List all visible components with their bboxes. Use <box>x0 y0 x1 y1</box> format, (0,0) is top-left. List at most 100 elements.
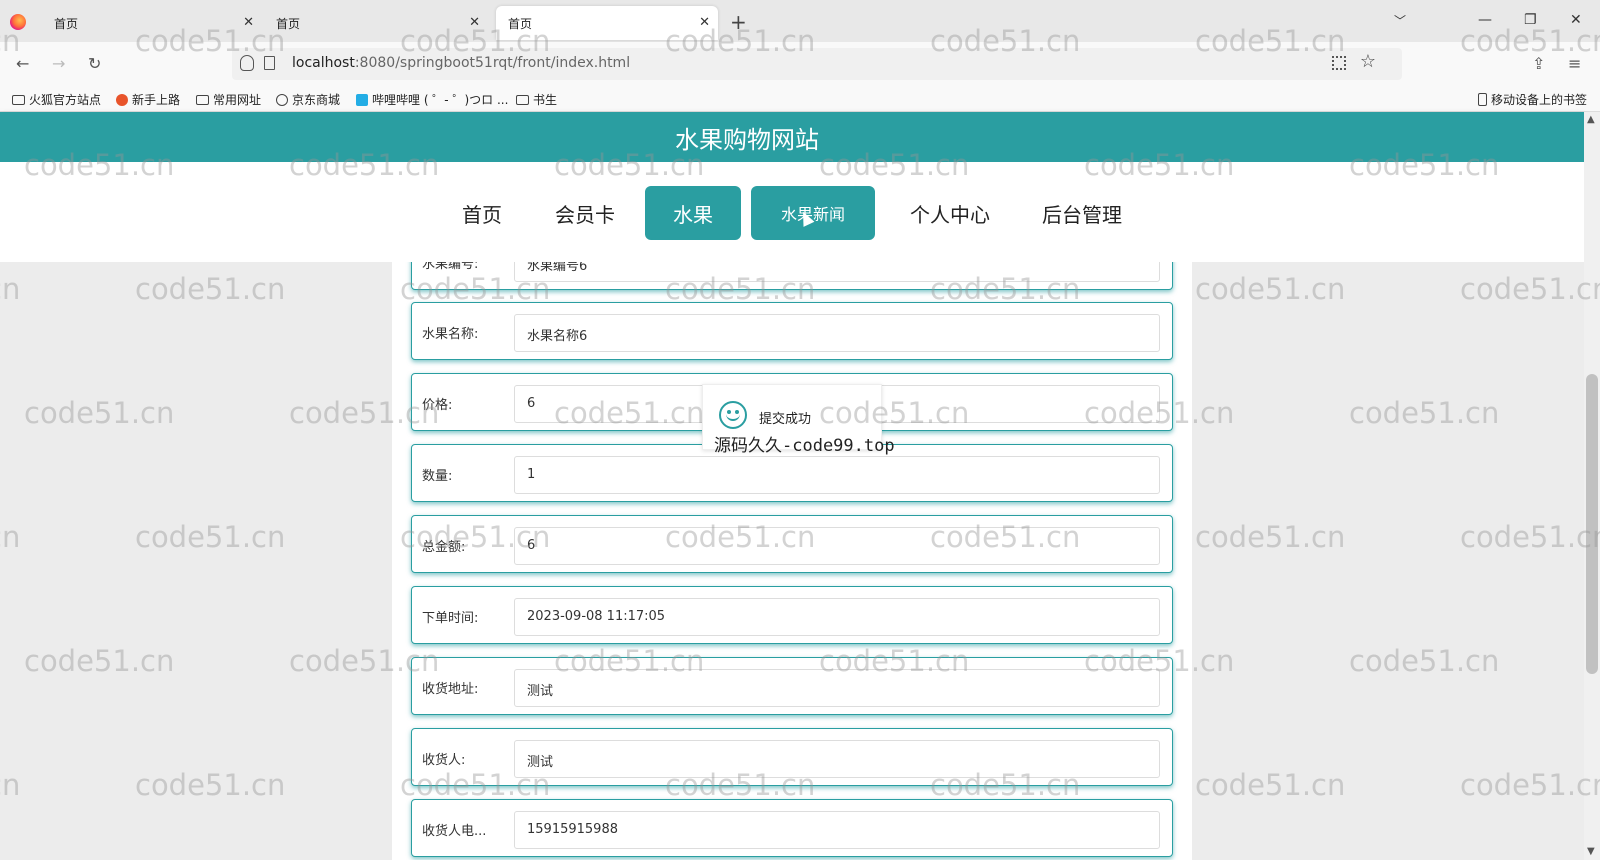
watermark-text: code51.cn <box>0 768 21 802</box>
firefox-icon <box>10 14 26 30</box>
overlay-watermark: 源码久久-code99.top <box>714 436 895 456</box>
fruit-id-input[interactable]: 水果编号6 <box>514 262 1160 282</box>
address-input[interactable]: 测试 <box>514 669 1160 707</box>
browser-tab-2[interactable]: 首页 ✕ <box>264 6 488 40</box>
order-time-input[interactable]: 2023-09-08 11:17:05 <box>514 598 1160 636</box>
menu-fruit[interactable]: 水果 <box>645 186 741 240</box>
form-row: 水果名称: 水果名称6 <box>411 302 1173 360</box>
forward-icon[interactable]: → <box>52 54 65 73</box>
field-label: 总金额: <box>422 540 466 555</box>
field-label: 水果编号: <box>422 262 479 272</box>
bookmark-item[interactable]: 常用网址 <box>196 91 261 108</box>
mobile-icon <box>1478 93 1487 106</box>
form-row: 收货地址: 测试 <box>411 657 1173 715</box>
menu-admin[interactable]: 后台管理 <box>1032 186 1132 240</box>
watermark-text: code51.cn <box>135 520 286 554</box>
fruit-name-input[interactable]: 水果名称6 <box>514 314 1160 352</box>
tab-title: 首页 <box>508 16 533 31</box>
bookmark-item[interactable]: 京东商城 <box>276 91 340 108</box>
field-label: 水果名称: <box>422 327 479 342</box>
field-label: 价格: <box>422 398 453 413</box>
form-row: 收货人电... 15915915988 <box>411 799 1173 857</box>
menu-personal-center[interactable]: 个人中心 <box>900 186 1000 240</box>
globe-icon <box>276 93 288 106</box>
bookmark-item[interactable]: 书生 <box>516 91 557 108</box>
watermark-text: code51.cn <box>1460 768 1600 802</box>
minimize-icon[interactable]: — <box>1478 12 1492 28</box>
shield-icon <box>240 55 254 71</box>
order-form: 水果编号: 水果编号6 水果名称: 水果名称6 价格: 6 数量: 1 总金额:… <box>392 262 1192 860</box>
url-bar[interactable]: localhost:8080/springboot51rqt/front/ind… <box>232 48 1402 80</box>
bookmark-item[interactable]: 新手上路 <box>116 91 180 108</box>
star-icon[interactable]: ☆ <box>1360 51 1376 72</box>
site-title: 水果购物网站 <box>675 125 819 154</box>
bookmark-item[interactable]: 火狐官方站点 <box>12 91 101 108</box>
field-label: 收货地址: <box>422 682 479 697</box>
menu-icon[interactable]: ≡ <box>1568 54 1581 73</box>
watermark-text: code51.cn <box>1460 272 1600 306</box>
tab-title: 首页 <box>54 16 79 31</box>
browser-tab-1[interactable]: 首页 ✕ <box>42 6 262 40</box>
watermark-text: code51.cn <box>1195 520 1346 554</box>
watermark-text: code51.cn <box>1460 520 1600 554</box>
restore-icon[interactable]: ❐ <box>1524 12 1537 28</box>
watermark-text: code51.cn <box>135 768 286 802</box>
scroll-down-icon[interactable]: ▼ <box>1587 846 1595 857</box>
watermark-text: code51.cn <box>0 520 21 554</box>
watermark-text: code51.cn <box>24 396 175 430</box>
browser-tab-3[interactable]: 首页 ✕ <box>496 6 718 40</box>
page-scrollbar[interactable]: ▲ ▼ <box>1584 112 1600 860</box>
close-icon[interactable]: ✕ <box>699 15 710 30</box>
menu-membership[interactable]: 会员卡 <box>546 186 624 240</box>
back-icon[interactable]: ← <box>16 54 29 73</box>
folder-icon <box>516 94 529 105</box>
tab-list-icon[interactable]: ﹀ <box>1394 12 1406 29</box>
folder-icon <box>12 94 25 105</box>
form-row: 水果编号: 水果编号6 <box>411 262 1173 290</box>
close-icon[interactable]: ✕ <box>243 15 254 30</box>
form-row: 总金额: 6 <box>411 515 1173 573</box>
recipient-phone-input[interactable]: 15915915988 <box>514 811 1160 849</box>
total-amount-input[interactable]: 6 <box>514 527 1160 565</box>
field-label: 下单时间: <box>422 611 479 626</box>
new-tab-icon[interactable]: + <box>730 10 747 34</box>
window-close-icon[interactable]: ✕ <box>1570 12 1582 28</box>
smile-icon <box>719 401 747 429</box>
menu-fruit-news[interactable]: 水果新闻 <box>751 186 875 240</box>
close-icon[interactable]: ✕ <box>469 15 480 30</box>
page-icon <box>264 56 275 70</box>
field-label: 收货人电... <box>422 824 487 839</box>
field-label: 收货人: <box>422 753 466 768</box>
field-label: 数量: <box>422 469 453 484</box>
watermark-text: code51.cn <box>1195 272 1346 306</box>
bookmarks-bar: 火狐官方站点 新手上路 常用网址 京东商城 哔哩哔哩 ( ゜- ゜)つロ ...… <box>0 86 1600 112</box>
form-row: 收货人: 测试 <box>411 728 1173 786</box>
watermark-text: code51.cn <box>135 272 286 306</box>
folder-icon <box>196 94 209 105</box>
extensions-icon[interactable]: ⇪ <box>1532 54 1545 73</box>
tab-title: 首页 <box>276 16 301 31</box>
watermark-text: code51.cn <box>1349 644 1500 678</box>
watermark-text: code51.cn <box>1195 768 1346 802</box>
browser-tab-bar: 首页 ✕ 首页 ✕ 首页 ✕ + ﹀ — ❐ ✕ <box>0 0 1600 42</box>
qr-code-icon[interactable] <box>1332 56 1346 70</box>
scroll-up-icon[interactable]: ▲ <box>1587 114 1595 125</box>
reload-icon[interactable]: ↻ <box>88 54 101 73</box>
firefox-icon <box>116 93 128 106</box>
recipient-input[interactable]: 测试 <box>514 740 1160 778</box>
bookmark-item[interactable]: 哔哩哔哩 ( ゜- ゜)つロ ... <box>356 91 508 108</box>
scroll-thumb[interactable] <box>1586 374 1598 674</box>
browser-nav-bar: ← → ↻ localhost:8080/springboot51rqt/fro… <box>0 42 1600 86</box>
url-text[interactable]: localhost:8080/springboot51rqt/front/ind… <box>292 55 630 71</box>
watermark-text: code51.cn <box>24 644 175 678</box>
watermark-text: code51.cn <box>0 272 21 306</box>
site-header: 水果购物网站 <box>0 112 1584 162</box>
main-menu: 首页 会员卡 水果 水果新闻 个人中心 后台管理 <box>0 162 1584 262</box>
watermark-text: code51.cn <box>1349 396 1500 430</box>
mobile-bookmarks[interactable]: 移动设备上的书签 <box>1478 91 1587 108</box>
quantity-input[interactable]: 1 <box>514 456 1160 494</box>
form-row: 下单时间: 2023-09-08 11:17:05 <box>411 586 1173 644</box>
bilibili-icon <box>356 93 368 106</box>
menu-home[interactable]: 首页 <box>452 186 512 240</box>
toast-message: 提交成功 <box>759 412 812 427</box>
